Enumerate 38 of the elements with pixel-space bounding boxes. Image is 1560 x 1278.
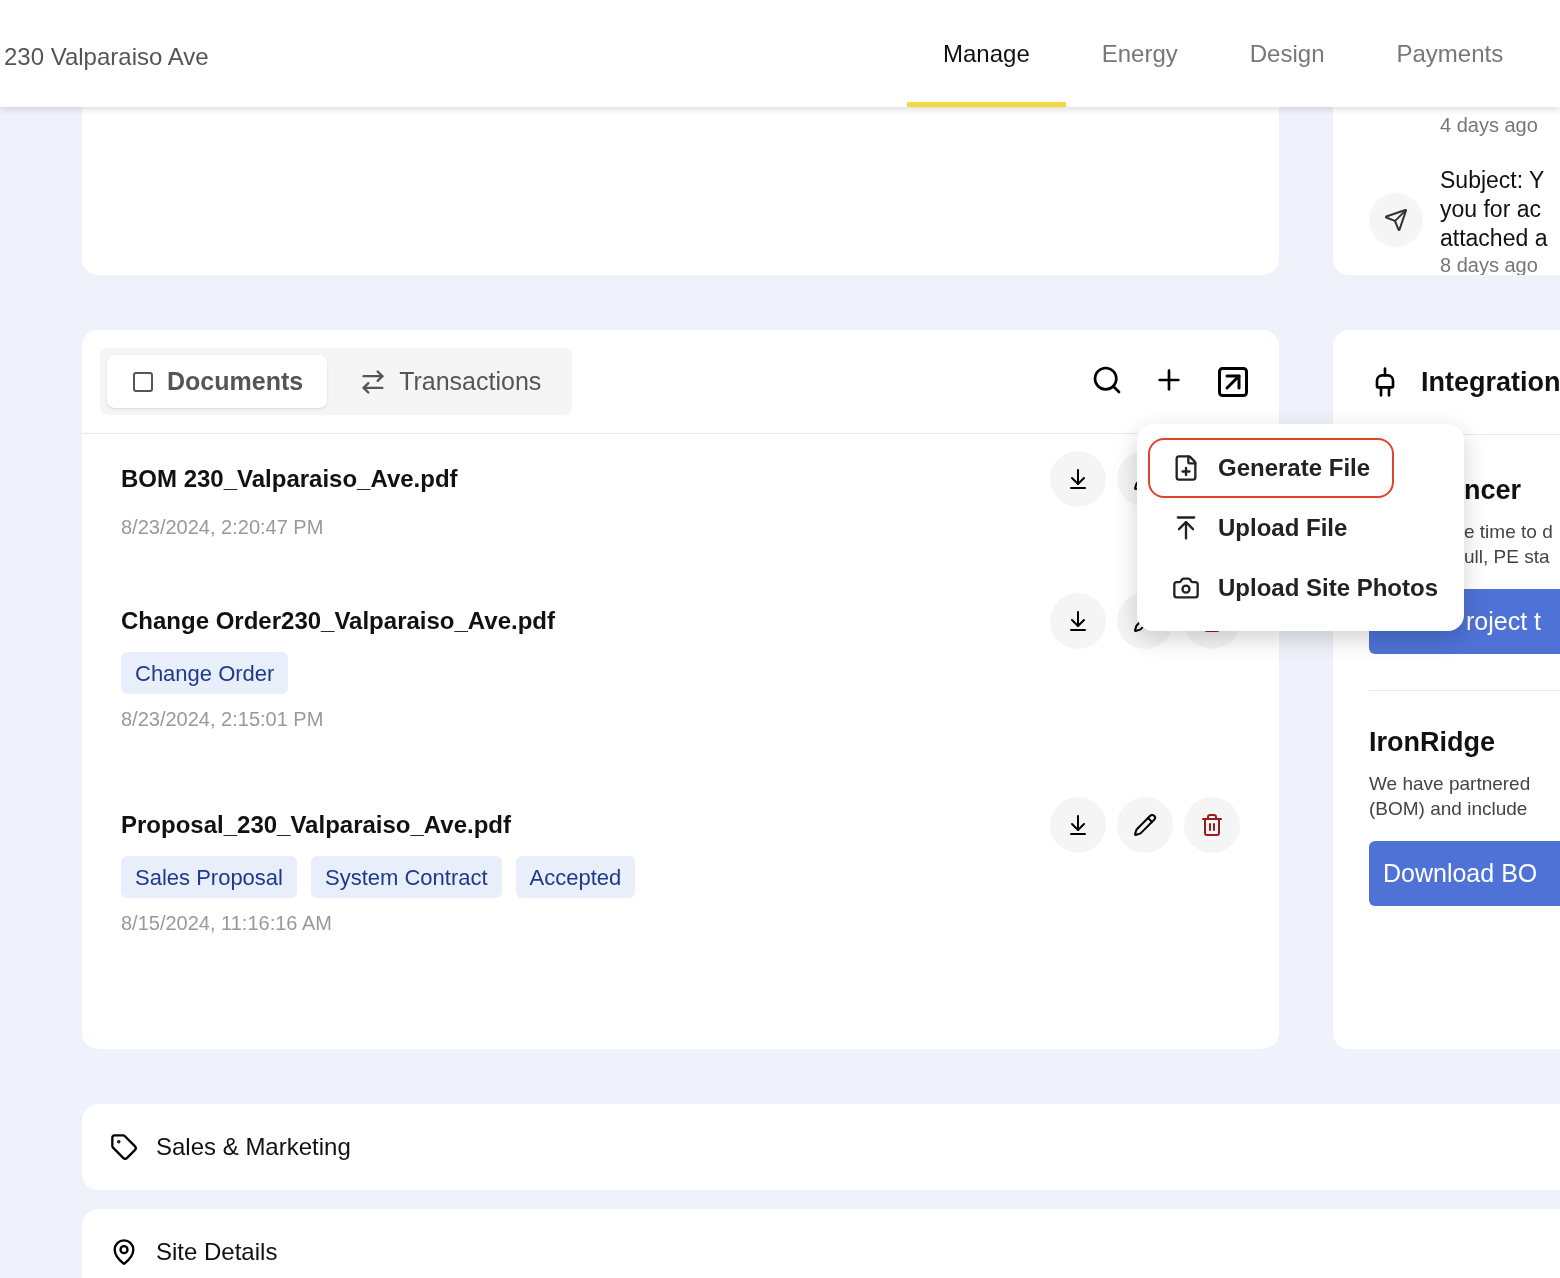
document-tag: Change Order <box>121 652 289 694</box>
file-date: 8/23/2024, 2:15:01 PM <box>121 707 325 732</box>
message-text: you for ac <box>1440 195 1542 224</box>
partner-text: (BOM) and include <box>1369 797 1529 821</box>
partner-text: ull, PE sta <box>1464 545 1551 569</box>
file-name: BOM 230_Valparaiso_Ave.pdf <box>121 464 459 494</box>
menu-item[interactable]: Upload File <box>1148 498 1372 558</box>
partner-text: We have partnered <box>1369 772 1532 796</box>
file-date: 8/15/2024, 11:16:16 AM <box>121 911 333 936</box>
partner-text: e time to d <box>1464 520 1554 544</box>
trash-icon <box>1200 813 1224 837</box>
file-name: Proposal_230_Valparaiso_Ave.pdf <box>121 810 512 840</box>
document-tag: Accepted <box>515 856 636 898</box>
menu-item[interactable]: Generate File <box>1148 438 1395 498</box>
section-card[interactable]: Site Details <box>82 1209 1560 1278</box>
section-tab[interactable]: Documents <box>107 355 328 408</box>
tag-icon <box>110 1133 138 1161</box>
card-title: Integration <box>1421 365 1560 399</box>
file-date: 8/23/2024, 2:20:47 PM <box>121 515 325 540</box>
nav-tab[interactable]: Energy <box>1065 6 1214 107</box>
project-address: 230 Valparaiso Ave <box>3 41 210 72</box>
file-name: Change Order230_Valparaiso_Ave.pdf <box>121 606 556 636</box>
section-title: Site Details <box>156 1237 278 1267</box>
message-text: Subject: Y <box>1440 166 1546 195</box>
nav-tab[interactable]: Payments <box>1360 6 1540 107</box>
activity-time: 4 days ago <box>1440 113 1539 138</box>
section-card[interactable]: Sales & Marketing <box>82 1104 1560 1190</box>
message-text: attached a <box>1440 224 1548 253</box>
section-tab[interactable]: Transactions <box>335 355 566 408</box>
square-icon <box>131 369 155 394</box>
section-title: Sales & Marketing <box>156 1132 351 1162</box>
document-tag: System Contract <box>311 856 502 898</box>
partner-heading: ncer <box>1464 474 1523 507</box>
document-tag: Sales Proposal <box>121 856 297 898</box>
partner-button[interactable]: Download BO <box>1369 841 1560 906</box>
partner-heading: IronRidge <box>1369 726 1496 759</box>
pencil-icon <box>1133 813 1157 837</box>
nav-tab[interactable]: Design <box>1213 6 1361 107</box>
